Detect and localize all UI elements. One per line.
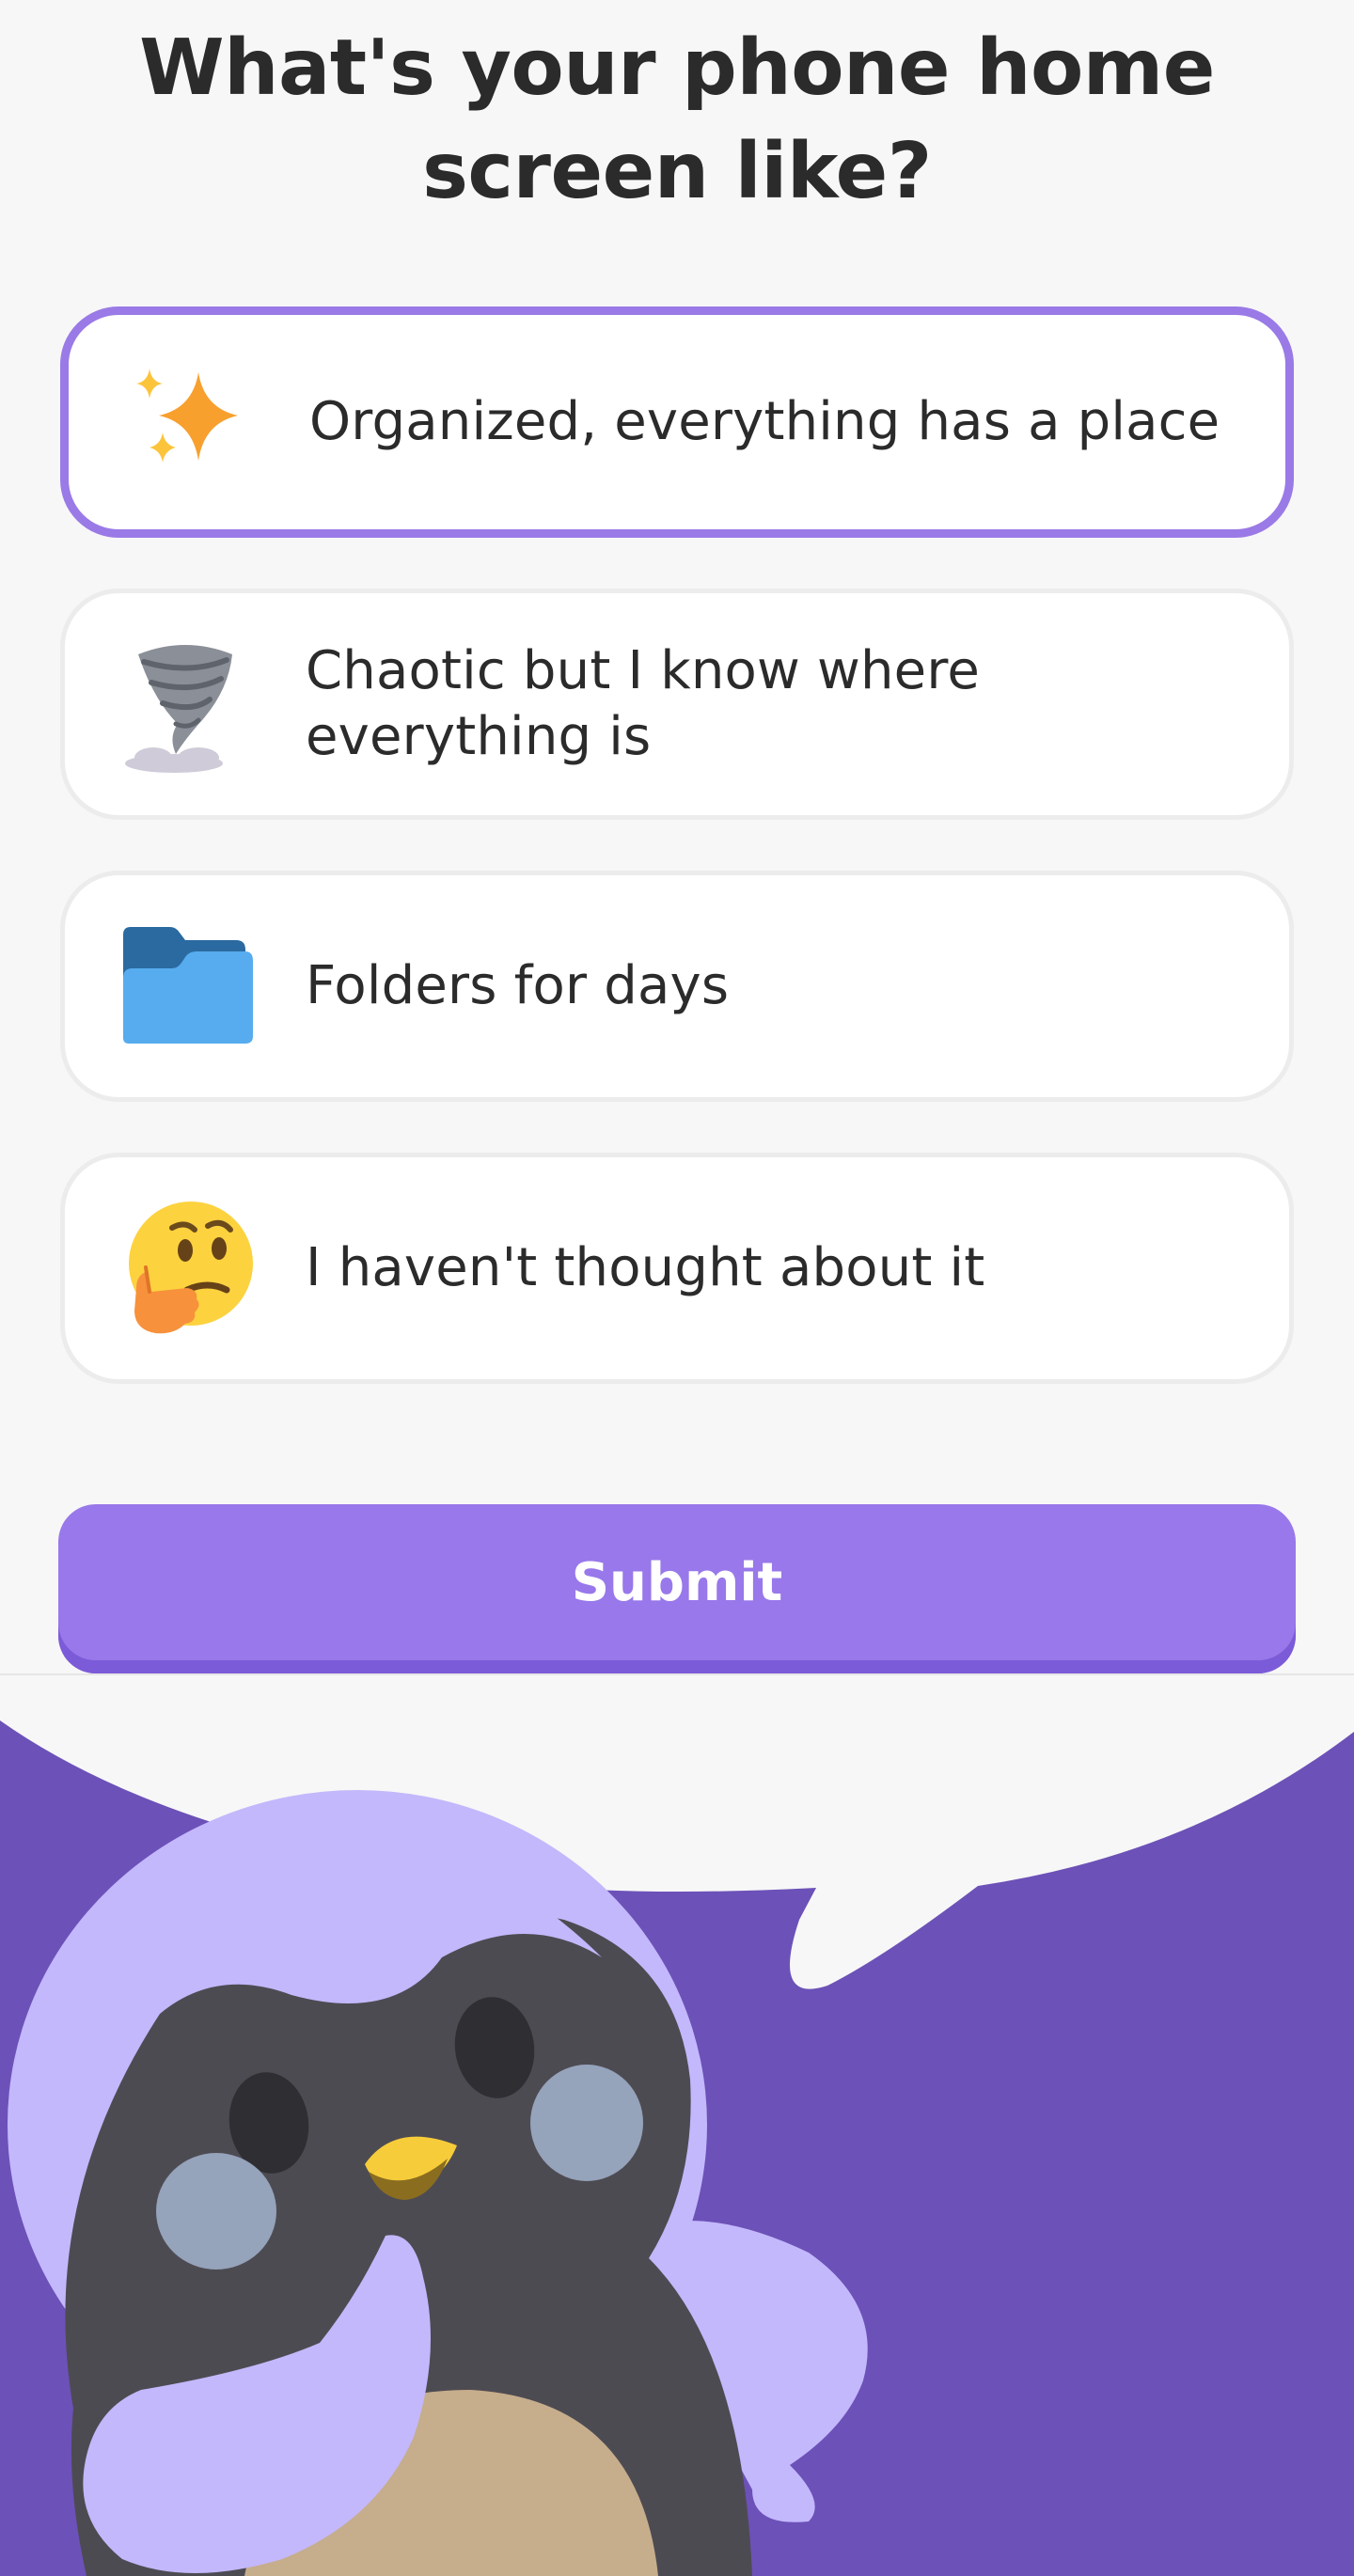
options-list: Organized, everything has a place Chaoti…	[60, 306, 1294, 1435]
option-label: I haven't thought about it	[306, 1237, 985, 1298]
option-label: Chaotic but I know where everything is	[306, 640, 980, 767]
submit-button[interactable]: Submit	[58, 1504, 1296, 1673]
option-folders[interactable]: Folders for days	[60, 871, 1294, 1102]
thinking-face-icon	[118, 1198, 259, 1339]
mascot-scene	[0, 1675, 1354, 2576]
tornado-icon	[118, 634, 259, 775]
folder-icon	[118, 916, 259, 1057]
option-chaotic[interactable]: Chaotic but I know where everything is	[60, 589, 1294, 820]
sparkles-icon	[121, 352, 262, 493]
question-title: What's your phone home screen like?	[139, 24, 1215, 216]
option-label: Organized, everything has a place	[309, 391, 1220, 452]
option-label: Folders for days	[306, 955, 730, 1016]
option-organized[interactable]: Organized, everything has a place	[60, 306, 1294, 538]
option-not-thought[interactable]: I haven't thought about it	[60, 1153, 1294, 1384]
